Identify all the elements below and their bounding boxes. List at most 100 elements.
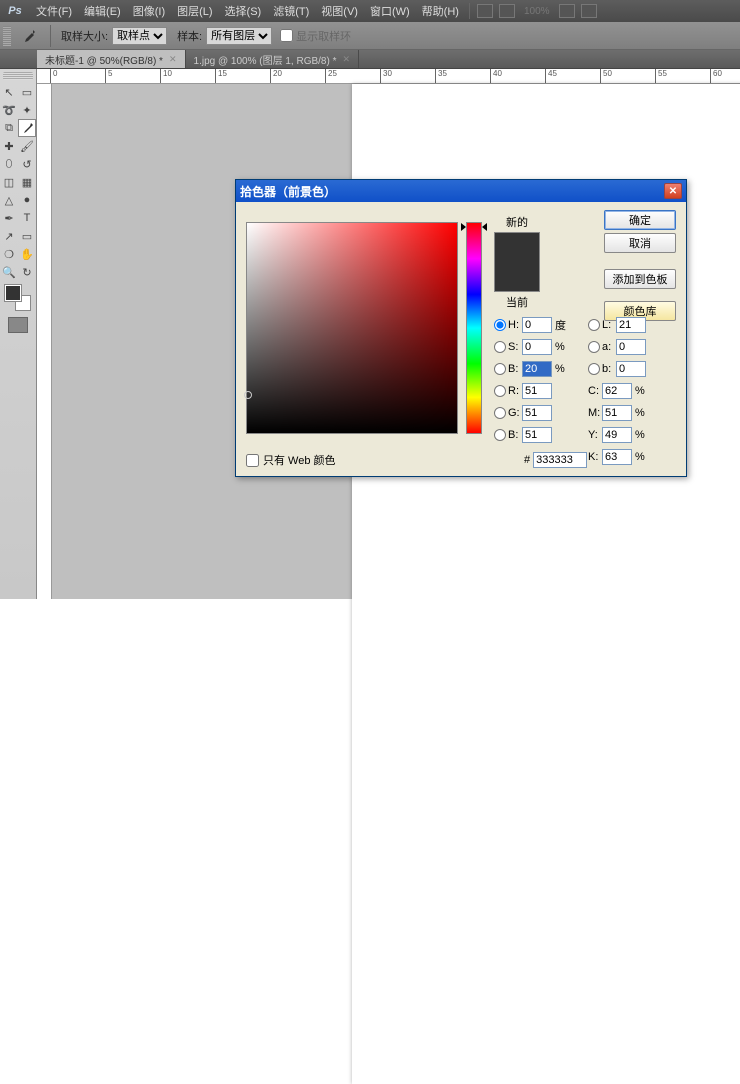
launch-icon[interactable] [499,4,515,18]
app-logo: Ps [4,5,26,17]
show-ring-checkbox[interactable]: 显示取样环 [280,28,351,44]
l-input[interactable] [616,317,646,333]
y-input[interactable] [602,427,632,443]
m-input[interactable] [602,405,632,421]
hand-tool[interactable]: ✋ [18,245,36,263]
close-icon[interactable]: ✕ [169,54,177,65]
b2-input[interactable] [616,361,646,377]
separator [469,3,470,19]
menu-window[interactable]: 窗口(W) [364,3,416,19]
cancel-button[interactable]: 取消 [604,233,676,253]
tick: 50 [600,69,612,84]
screen-mode-icon[interactable] [581,4,597,18]
stamp-tool[interactable]: ⬯ [0,155,18,173]
crop-tool[interactable]: ⧉ [0,119,18,137]
wand-tool[interactable]: ✦ [18,101,36,119]
lasso-tool[interactable]: ➰ [0,101,18,119]
dialog-titlebar[interactable]: 拾色器（前景色） ✕ [236,180,686,202]
close-button[interactable]: ✕ [664,183,682,199]
a-label: a: [602,341,616,353]
m-unit: % [635,407,651,419]
heal-tool[interactable]: ✚ [0,137,18,155]
c-input[interactable] [602,383,632,399]
a-radio[interactable] [588,341,600,353]
quick-mask-icon[interactable] [8,317,28,333]
k-input[interactable] [602,449,632,465]
bb-radio[interactable] [494,429,506,441]
menu-help[interactable]: 帮助(H) [416,3,465,19]
3d-tool[interactable]: ❍ [0,245,18,263]
r-input[interactable] [522,383,552,399]
dialog-title: 拾色器（前景色） [240,183,336,200]
g-input[interactable] [522,405,552,421]
y-unit: % [635,429,651,441]
hue-slider[interactable] [466,222,482,434]
sample-size-select[interactable]: 取样点 [112,27,167,45]
pen-tool[interactable]: ✒ [0,209,18,227]
hue-pointer[interactable] [461,223,487,229]
sv-marker[interactable] [244,391,252,399]
bb-input[interactable] [522,427,552,443]
ok-button[interactable]: 确定 [604,210,676,230]
move-tool[interactable]: ↖ [0,83,18,101]
h-radio[interactable] [494,319,506,331]
saturation-value-box[interactable] [246,222,458,434]
b-input[interactable] [522,361,552,377]
marquee-tool[interactable]: ▭ [18,83,36,101]
tab-doc1[interactable]: 未标题-1 @ 50%(RGB/8) * ✕ [37,50,186,68]
hex-input[interactable] [533,452,587,468]
preview-swatch [494,232,540,292]
s-input[interactable] [522,339,552,355]
show-ring-input[interactable] [280,29,293,42]
blur-tool[interactable]: △ [0,191,18,209]
workspace-icon[interactable] [477,4,493,18]
eyedropper-icon[interactable] [18,26,40,46]
b2-radio[interactable] [588,363,600,375]
zoom-level: 100% [524,6,550,17]
toolbox: ↖ ▭ ➰ ✦ ⧉ ✚ 🖌 ⬯ ↺ ◫ ▦ △ ● ✒ T ↗ ▭ ❍ ✋ 🔍 … [0,69,37,599]
b-radio[interactable] [494,363,506,375]
close-icon[interactable]: ✕ [343,54,351,65]
menu-filter[interactable]: 滤镜(T) [267,3,315,19]
s-radio[interactable] [494,341,506,353]
l-radio[interactable] [588,319,600,331]
h-input[interactable] [522,317,552,333]
tab-label: 1.jpg @ 100% (图层 1, RGB/8) * [194,52,337,67]
menu-view[interactable]: 视图(V) [315,3,364,19]
web-only-input[interactable] [246,454,259,467]
web-only-checkbox[interactable]: 只有 Web 颜色 [246,452,336,468]
gradient-tool[interactable]: ▦ [18,173,36,191]
menu-select[interactable]: 选择(S) [219,3,268,19]
brush-tool[interactable]: 🖌 [18,137,36,155]
menu-image[interactable]: 图像(I) [127,3,171,19]
dodge-tool[interactable]: ● [18,191,36,209]
eyedropper-tool[interactable] [18,119,36,137]
hex-row: # [524,452,587,468]
zoom-tool[interactable]: 🔍 [0,263,18,281]
m-label: M: [588,407,602,419]
tab-doc2[interactable]: 1.jpg @ 100% (图层 1, RGB/8) * ✕ [186,50,360,68]
sample-size-label: 取样大小: [61,28,108,44]
b-unit: % [555,363,571,375]
rotate-view-tool[interactable]: ↻ [18,263,36,281]
type-tool[interactable]: T [18,209,36,227]
panel-handle[interactable] [3,72,33,80]
history-brush-tool[interactable]: ↺ [18,155,36,173]
bb-label: B: [508,429,522,441]
a-input[interactable] [616,339,646,355]
menu-file[interactable]: 文件(F) [30,3,78,19]
doc-arrange-icon[interactable] [559,4,575,18]
hash-label: # [524,454,530,466]
add-swatch-button[interactable]: 添加到色板 [604,269,676,289]
eraser-tool[interactable]: ◫ [0,173,18,191]
c-unit: % [635,385,651,397]
sample-select[interactable]: 所有图层 [206,27,272,45]
path-select-tool[interactable]: ↗ [0,227,18,245]
shape-tool[interactable]: ▭ [18,227,36,245]
foreground-swatch[interactable] [5,285,21,301]
r-radio[interactable] [494,385,506,397]
color-swatches[interactable] [5,285,31,311]
menu-edit[interactable]: 编辑(E) [78,3,127,19]
menu-layer[interactable]: 图层(L) [171,3,218,19]
g-radio[interactable] [494,407,506,419]
